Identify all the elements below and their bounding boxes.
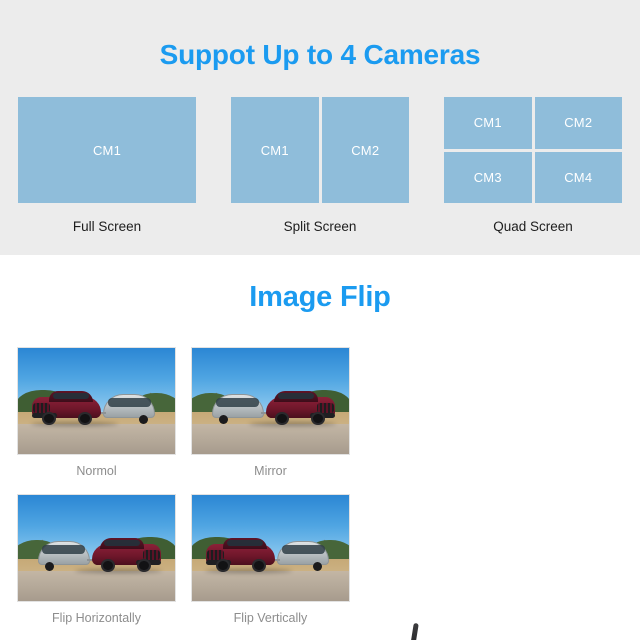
image-flip-heading: Image Flip xyxy=(249,281,391,313)
suv-front-wheel xyxy=(215,558,230,573)
suv-windshield xyxy=(226,539,263,547)
flip-caption: Flip Vertically xyxy=(233,611,308,625)
flip-option-normal[interactable]: Normol xyxy=(17,347,176,478)
flip-caption: Mirror xyxy=(254,464,287,478)
screen-mode-full[interactable]: CM1 Full Screen xyxy=(18,97,196,234)
screen-mode-quad[interactable]: CM1 CM2 CM3 CM4 Quad Screen xyxy=(444,97,622,234)
suv-windshield xyxy=(52,392,89,400)
trailer-window xyxy=(107,397,152,408)
antenna-icon xyxy=(408,622,419,640)
scene-suv-trailer xyxy=(192,495,349,601)
dirt-road xyxy=(18,571,175,601)
full-screen-preview: CM1 xyxy=(18,97,196,203)
dirt-road xyxy=(18,424,175,454)
dirt-road xyxy=(192,424,349,454)
quad-screen-preview: CM1 CM2 CM3 CM4 xyxy=(444,97,622,203)
flip-thumbnail xyxy=(17,494,176,602)
scene-suv-trailer xyxy=(18,495,175,601)
suv-rear-wheel xyxy=(77,411,92,426)
suv-windshield xyxy=(104,539,141,547)
camera-tile-cm1: CM1 xyxy=(231,97,319,203)
screen-mode-label-split: Split Screen xyxy=(283,219,357,234)
camera-tile-cm1: CM1 xyxy=(444,97,532,149)
trailer-window xyxy=(215,397,260,408)
cameras-section: Suppot Up to 4 Cameras CM1 Full Screen C… xyxy=(0,0,640,255)
screen-mode-label-quad: Quad Screen xyxy=(493,219,573,234)
screen-mode-label-full: Full Screen xyxy=(72,219,142,234)
product-feature-page: Suppot Up to 4 Cameras CM1 Full Screen C… xyxy=(0,0,640,640)
suv-rear-wheel xyxy=(251,558,266,573)
suv-front-wheel xyxy=(41,411,56,426)
image-flip-section: Image Flip Normol Mirror Flip Horizontal… xyxy=(0,255,640,640)
camera-tile-cm2: CM2 xyxy=(321,97,409,203)
flip-thumbnail-grid: Normol Mirror Flip Horizontally Flip Ver… xyxy=(17,347,355,632)
screen-mode-list: CM1 Full Screen CM1 CM2 Split Screen CM1… xyxy=(0,97,640,237)
cameras-heading: Suppot Up to 4 Cameras xyxy=(159,39,481,70)
flip-option-mirror[interactable]: Mirror xyxy=(191,347,350,478)
dirt-road xyxy=(192,571,349,601)
flip-caption: Normol xyxy=(76,464,117,478)
flip-option-vertical[interactable]: Flip Vertically xyxy=(191,494,350,625)
screen-mode-split[interactable]: CM1 CM2 Split Screen xyxy=(231,97,409,234)
flip-thumbnail xyxy=(191,494,350,602)
monitor-device xyxy=(378,622,623,640)
camera-tile-cm2: CM2 xyxy=(534,97,622,149)
suv-windshield xyxy=(278,392,315,400)
trailer-window xyxy=(41,544,86,555)
camera-tile-cm4: CM4 xyxy=(534,151,622,203)
flip-caption: Flip Horizontally xyxy=(52,611,141,625)
split-screen-preview: CM1 CM2 xyxy=(231,97,409,203)
trailer-window xyxy=(281,544,326,555)
flip-thumbnail xyxy=(191,347,350,455)
flip-thumbnail xyxy=(17,347,176,455)
flip-option-horizontal[interactable]: Flip Horizontally xyxy=(17,494,176,625)
scene-suv-trailer xyxy=(192,348,349,454)
camera-tile-cm3: CM3 xyxy=(444,151,532,203)
camera-tile-cm1: CM1 xyxy=(18,97,196,203)
scene-suv-trailer xyxy=(18,348,175,454)
